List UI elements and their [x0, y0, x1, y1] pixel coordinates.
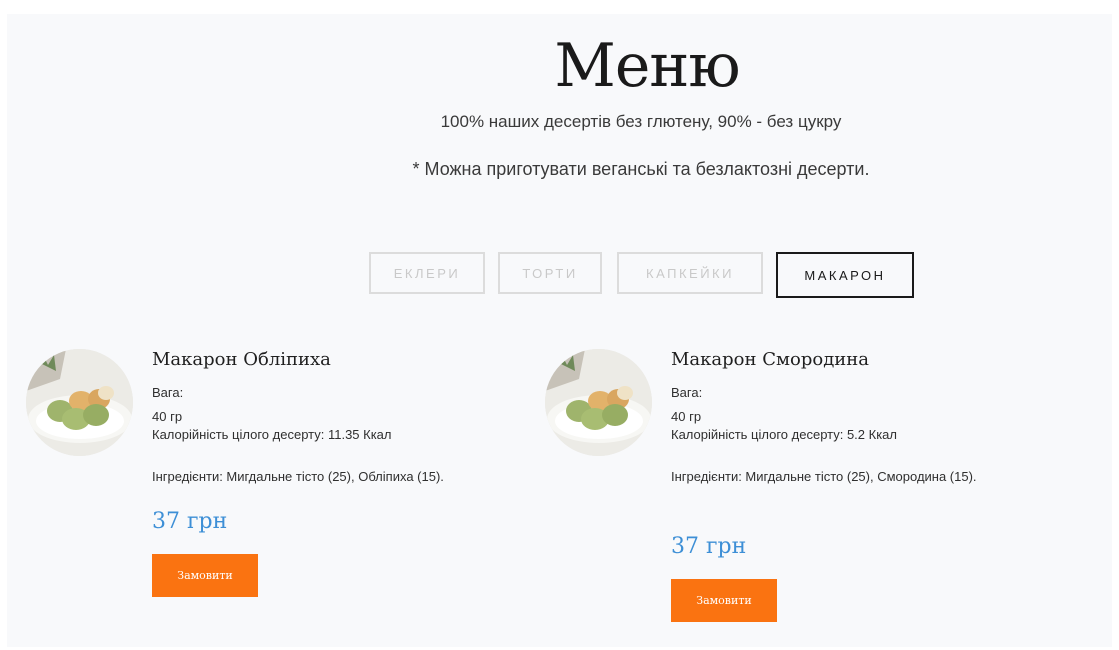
tab-cakes[interactable]: ТОРТИ [498, 252, 602, 294]
tab-macarons[interactable]: МАКАРОН [776, 252, 914, 298]
product-calories: Калорійність цілого десерту: 11.35 Ккал [152, 427, 392, 442]
page-title: Меню [554, 31, 740, 101]
product-name: Макарон Обліпиха [152, 349, 331, 370]
product-weight: Вага: 40 гр [152, 385, 184, 424]
product-price: 37 грн [671, 534, 747, 559]
page-note: * Можна приготувати веганські та безлакт… [412, 159, 870, 179]
product-name: Макарон Смородина [671, 349, 869, 370]
product-ingredients: Інгредієнти: Мигдальне тісто (25), Сморо… [671, 469, 977, 484]
product-image [26, 349, 133, 456]
product-weight: Вага: 40 гр [671, 385, 703, 424]
product-price: 37 грн [152, 509, 228, 534]
order-button[interactable]: Замовити [152, 554, 258, 597]
page-subtitle: 100% наших десертів без глютену, 90% - б… [440, 112, 842, 131]
order-button[interactable]: Замовити [671, 579, 777, 622]
product-ingredients: Інгредієнти: Мигдальне тісто (25), Обліп… [152, 469, 444, 484]
tab-cupcakes[interactable]: КАПКЕЙКИ [617, 252, 763, 294]
tab-eclairs[interactable]: ЕКЛЕРИ [369, 252, 485, 294]
product-image [545, 349, 652, 456]
product-calories: Калорійність цілого десерту: 5.2 Ккал [671, 427, 898, 442]
menu-section: Меню 100% наших десертів без глютену, 90… [7, 14, 1112, 647]
